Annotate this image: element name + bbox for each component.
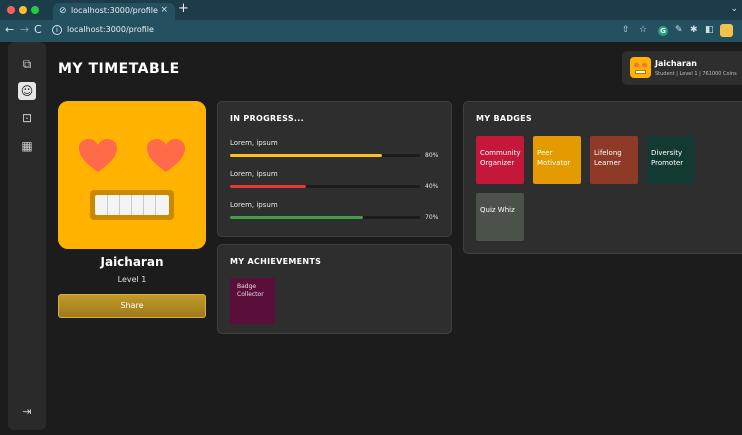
heart-eye-right-icon bbox=[147, 139, 185, 172]
calendar-icon[interactable]: ▦ bbox=[19, 138, 35, 154]
puzzle-extension-icon[interactable]: ✱ bbox=[690, 25, 698, 35]
pen-extension-icon[interactable]: ✎ bbox=[675, 25, 683, 35]
site-info-icon[interactable]: i bbox=[52, 25, 62, 35]
close-window-button[interactable] bbox=[7, 6, 15, 14]
progress-bar bbox=[230, 154, 420, 157]
achievement-badge[interactable]: Badge Collector bbox=[230, 278, 275, 324]
badge-tile[interactable]: Community Organizer bbox=[476, 136, 524, 184]
user-card[interactable]: Jaicharan Student | Level 1 | 761000 Coi… bbox=[622, 51, 742, 85]
progress-label: Lorem, ipsum bbox=[230, 139, 278, 147]
close-tab-icon[interactable]: × bbox=[160, 5, 168, 15]
profile-icon[interactable]: ☺ bbox=[18, 82, 36, 100]
tab-title: localhost:3000/profile bbox=[71, 6, 158, 15]
progress-label: Lorem, ipsum bbox=[230, 170, 278, 178]
copy-icon[interactable]: ⧉ bbox=[19, 56, 35, 72]
address-bar[interactable]: localhost:3000/profile bbox=[67, 25, 154, 34]
grin-mouth bbox=[90, 190, 174, 220]
progress-bar bbox=[230, 185, 420, 188]
achievements-card: MY ACHIEVEMENTS Badge Collector bbox=[217, 244, 452, 334]
browser-tab-bar: ⊘ localhost:3000/profile × + ⌄ bbox=[0, 0, 742, 20]
new-tab-icon[interactable]: + bbox=[178, 1, 189, 16]
progress-percent: 40% bbox=[425, 183, 439, 190]
browser-tab[interactable]: ⊘ localhost:3000/profile × bbox=[53, 3, 175, 20]
card-title: MY BADGES bbox=[476, 114, 532, 123]
badge-tile[interactable]: Quiz Whiz bbox=[476, 193, 524, 241]
globe-icon: ⊘ bbox=[59, 6, 67, 16]
card-title: IN PROGRESS... bbox=[230, 114, 304, 123]
avatar bbox=[630, 57, 651, 78]
browser-toolbar: ← → C i localhost:3000/profile ⇧ ☆ G ✎ ✱… bbox=[0, 20, 742, 42]
badge-tile[interactable]: Peer Motivator bbox=[533, 136, 581, 184]
progress-percent: 70% bbox=[425, 214, 439, 221]
badges-card: MY BADGES Community Organizer Peer Motiv… bbox=[463, 101, 742, 254]
back-arrow-icon[interactable]: ← bbox=[5, 23, 14, 36]
profile-level: Level 1 bbox=[117, 275, 147, 284]
share-button[interactable]: Share bbox=[58, 294, 206, 318]
progress-bar bbox=[230, 216, 420, 219]
reload-icon[interactable]: C bbox=[34, 23, 42, 36]
sidebar: ⧉ ☺ ⊡ ▦ bbox=[8, 42, 46, 430]
grammarly-extension-icon[interactable]: G bbox=[658, 26, 668, 36]
minimize-window-button[interactable] bbox=[19, 6, 27, 14]
forward-arrow-icon[interactable]: → bbox=[20, 23, 29, 36]
user-name: Jaicharan bbox=[655, 59, 697, 68]
profile-avatar bbox=[58, 101, 206, 249]
maximize-window-button[interactable] bbox=[31, 6, 39, 14]
profile-name: Jaicharan bbox=[100, 255, 164, 269]
badge-tile[interactable]: Lifelong Learner bbox=[590, 136, 638, 184]
bag-icon[interactable]: ⊡ bbox=[19, 110, 35, 126]
browser-profile-avatar[interactable] bbox=[720, 24, 733, 37]
share-page-icon[interactable]: ⇧ bbox=[622, 25, 630, 35]
page-title: MY TIMETABLE bbox=[58, 61, 180, 77]
progress-percent: 80% bbox=[425, 152, 439, 159]
sidebar-toggle-icon[interactable]: ◧ bbox=[705, 25, 714, 35]
heart-eye-left-icon bbox=[79, 139, 117, 172]
user-meta: Student | Level 1 | 761000 Coins bbox=[655, 71, 737, 77]
card-title: MY ACHIEVEMENTS bbox=[230, 257, 322, 266]
bookmark-star-icon[interactable]: ☆ bbox=[639, 25, 647, 35]
badge-tile[interactable]: Diversity Promoter bbox=[647, 136, 695, 184]
chevron-down-icon[interactable]: ⌄ bbox=[730, 4, 738, 14]
in-progress-card: IN PROGRESS... Lorem, ipsum 80% Lorem, i… bbox=[217, 101, 452, 237]
logout-icon[interactable]: ⇥ bbox=[19, 404, 35, 420]
progress-label: Lorem, ipsum bbox=[230, 201, 278, 209]
